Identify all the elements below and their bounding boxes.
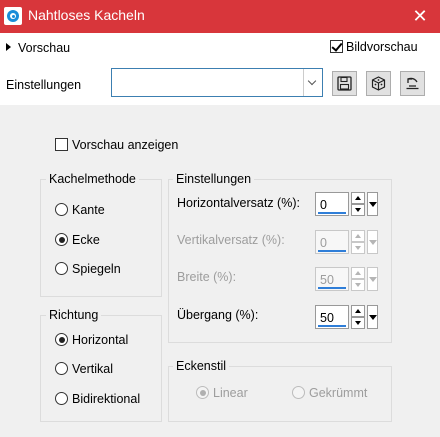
show-preview-checkbox[interactable]: Vorschau anzeigen (55, 138, 178, 152)
triangle-right-icon (6, 43, 11, 51)
checkbox-icon[interactable] (330, 40, 343, 53)
arrow-down-icon[interactable] (351, 317, 365, 329)
random-button[interactable] (366, 71, 391, 96)
arrow-down-icon[interactable] (351, 242, 365, 254)
width-label: Breite (%): (177, 270, 237, 284)
checkbox-icon[interactable] (55, 138, 68, 151)
radio-label: Horizontal (72, 333, 129, 347)
radio-horizontal[interactable]: Horizontal (55, 333, 128, 347)
radio-icon[interactable] (292, 386, 305, 399)
radio-icon[interactable] (196, 386, 209, 399)
radio-icon[interactable] (55, 262, 68, 275)
horizontal-offset-stepper[interactable] (351, 192, 365, 216)
radio-linear[interactable]: Linear (196, 386, 248, 400)
radio-icon[interactable] (55, 392, 68, 405)
radio-bidirektional[interactable]: Bidirektional (55, 392, 140, 406)
field-value: 50 (320, 273, 334, 287)
tile-method-title: Kachelmethode (46, 172, 139, 186)
horizontal-offset-slider-button[interactable] (367, 192, 378, 216)
arrow-up-icon[interactable] (351, 267, 365, 279)
reset-arrow-icon (406, 77, 419, 90)
dice-icon (371, 76, 386, 91)
radio-label: Linear (213, 386, 248, 400)
arrow-up-icon[interactable] (351, 305, 365, 317)
close-button[interactable]: ✕ (406, 4, 434, 28)
field-value: 0 (320, 198, 327, 212)
radio-ecke[interactable]: Ecke (55, 233, 100, 247)
vertical-offset-slider-button[interactable] (367, 230, 378, 254)
floppy-disk-icon (337, 76, 352, 91)
reset-button[interactable] (400, 71, 425, 96)
window-title: Nahtloses Kacheln (28, 7, 145, 23)
presets-label: Einstellungen (6, 78, 82, 92)
radio-icon[interactable] (55, 362, 68, 375)
width-stepper[interactable] (351, 267, 365, 291)
direction-title: Richtung (46, 308, 102, 322)
radio-spiegeln[interactable]: Spiegeln (55, 262, 121, 276)
slider-track (318, 325, 346, 327)
width-input[interactable]: 50 (315, 267, 349, 291)
slider-track (318, 212, 346, 214)
radio-gekruemmt[interactable]: Gekrümmt (292, 386, 367, 400)
horizontal-offset-input[interactable]: 0 (315, 192, 349, 216)
arrow-up-icon[interactable] (351, 192, 365, 204)
corner-style-title: Eckenstil (173, 359, 230, 373)
field-value: 50 (320, 311, 334, 325)
transition-label: Übergang (%): (177, 308, 259, 322)
radio-icon[interactable] (55, 233, 68, 246)
radio-label: Vertikal (72, 362, 113, 376)
transition-slider-button[interactable] (367, 305, 378, 329)
field-value: 0 (320, 236, 327, 250)
preview-toggle[interactable]: Vorschau (6, 41, 70, 55)
radio-icon[interactable] (55, 333, 68, 346)
arrow-down-icon[interactable] (351, 279, 365, 291)
vertical-offset-input[interactable]: 0 (315, 230, 349, 254)
chevron-down-icon[interactable] (303, 69, 322, 96)
preview-toggle-label: Vorschau (18, 41, 71, 55)
radio-icon[interactable] (55, 203, 68, 216)
arrow-down-icon[interactable] (351, 204, 365, 216)
show-preview-label: Vorschau anzeigen (72, 138, 179, 152)
image-preview-label: Bildvorschau (346, 40, 418, 54)
save-preset-button[interactable] (332, 71, 357, 96)
radio-vertikal[interactable]: Vertikal (55, 362, 113, 376)
radio-label: Kante (72, 203, 105, 217)
width-slider-button[interactable] (367, 267, 378, 291)
slider-track (318, 250, 346, 252)
settings-title: Einstellungen (173, 172, 255, 186)
camera-lens-icon (4, 7, 22, 25)
radio-label: Gekrümmt (309, 386, 368, 400)
arrow-up-icon[interactable] (351, 230, 365, 242)
vertical-offset-label: Vertikalversatz (%): (177, 233, 285, 247)
transition-stepper[interactable] (351, 305, 365, 329)
radio-kante[interactable]: Kante (55, 203, 105, 217)
radio-label: Spiegeln (72, 262, 121, 276)
vertical-offset-stepper[interactable] (351, 230, 365, 254)
image-preview-checkbox[interactable]: Bildvorschau (330, 40, 418, 54)
radio-label: Bidirektional (72, 392, 141, 406)
radio-label: Ecke (72, 233, 100, 247)
horizontal-offset-label: Horizontalversatz (%): (177, 196, 300, 210)
transition-input[interactable]: 50 (315, 305, 349, 329)
preset-dropdown[interactable] (111, 68, 323, 97)
slider-track (318, 287, 346, 289)
